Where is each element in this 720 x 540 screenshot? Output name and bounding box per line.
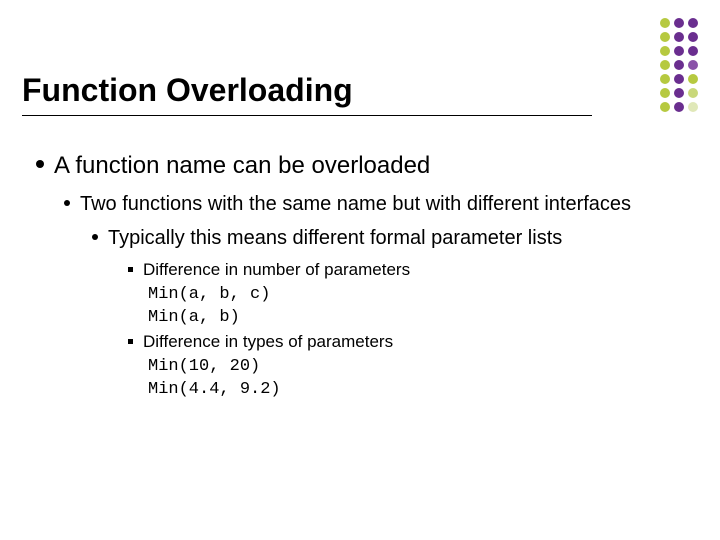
dot-icon [660,32,670,42]
decorative-dots [660,18,698,112]
square-bullet-icon [128,267,133,272]
dot-icon [660,46,670,56]
bullet-level-3: Typically this means different formal pa… [92,225,684,251]
dot-icon [688,18,698,28]
dot-icon [674,88,684,98]
dot-icon [674,32,684,42]
code-example: Min(10, 20) [148,357,684,376]
bullet-text: Difference in types of parameters [143,331,393,353]
dot-icon [674,102,684,112]
dot-icon [674,60,684,70]
dot-icon [688,60,698,70]
bullet-level-2: Two functions with the same name but wit… [64,191,684,217]
dot-icon [688,46,698,56]
dot-icon [660,18,670,28]
dot-icon [674,74,684,84]
bullet-icon [92,234,98,240]
bullet-level-4: Difference in types of parameters [128,331,684,353]
bullet-level-1: A function name can be overloaded [36,150,684,181]
dot-icon [674,18,684,28]
dot-icon [688,74,698,84]
dot-icon [660,60,670,70]
dot-icon [660,102,670,112]
slide-body: A function name can be overloaded Two fu… [36,150,684,403]
dot-icon [660,74,670,84]
code-example: Min(a, b, c) [148,285,684,304]
dot-icon [688,32,698,42]
bullet-text: Typically this means different formal pa… [108,225,562,251]
slide-title: Function Overloading [22,72,592,116]
bullet-text: Two functions with the same name but wit… [80,191,631,217]
square-bullet-icon [128,339,133,344]
code-example: Min(a, b) [148,308,684,327]
code-example: Min(4.4, 9.2) [148,380,684,399]
bullet-text: A function name can be overloaded [54,150,430,181]
dot-icon [688,88,698,98]
bullet-level-4: Difference in number of parameters [128,259,684,281]
bullet-text: Difference in number of parameters [143,259,410,281]
dot-icon [674,46,684,56]
bullet-icon [36,160,44,168]
dot-icon [660,88,670,98]
dot-icon [688,102,698,112]
bullet-icon [64,200,70,206]
